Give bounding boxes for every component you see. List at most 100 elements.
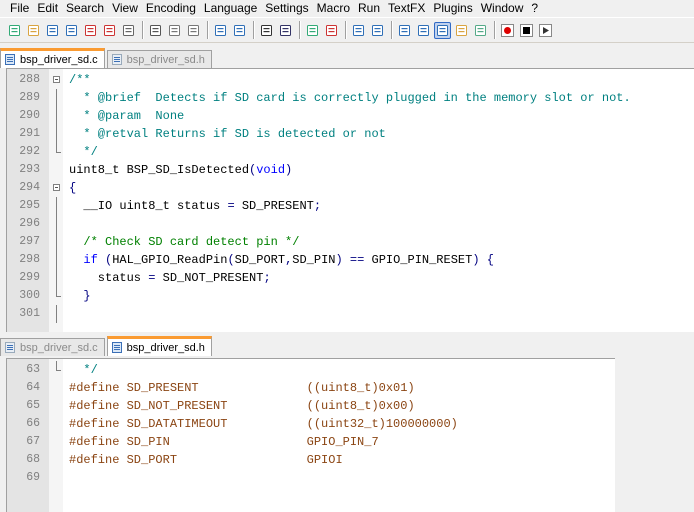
code-line[interactable]: 64 #define SD_PRESENT ((uint8_t)0x01) — [7, 379, 615, 397]
close-icon[interactable] — [82, 22, 99, 39]
line-number: 297 — [19, 235, 40, 248]
code-token: ) — [335, 253, 343, 267]
tab-bsp_driver_sd-c[interactable]: bsp_driver_sd.c — [0, 48, 105, 68]
copy-icon[interactable] — [166, 22, 183, 39]
code-token: ; — [313, 199, 322, 213]
code-line[interactable]: 289 * @brief Detects if SD card is corre… — [7, 89, 694, 107]
paste-icon[interactable] — [185, 22, 202, 39]
code-token: #define SD_PRESENT ((uint8_t)0x01) — [69, 381, 415, 395]
menu-view[interactable]: View — [108, 0, 142, 16]
replace-icon[interactable] — [277, 22, 294, 39]
menu-textfx[interactable]: TextFX — [384, 0, 429, 16]
code-token: /** — [69, 73, 91, 87]
code-token: /* Check SD card detect pin */ — [69, 235, 300, 249]
new-file-icon[interactable] — [6, 22, 23, 39]
code-text: #define SD_NOT_PRESENT ((uint8_t)0x00) — [69, 397, 415, 415]
code-text: status = SD_NOT_PRESENT; — [69, 269, 271, 287]
code-line[interactable]: 291 * @retval Returns if SD is detected … — [7, 125, 694, 143]
print-icon[interactable] — [120, 22, 137, 39]
menu-encoding[interactable]: Encoding — [142, 0, 200, 16]
fold-line-icon — [53, 305, 61, 323]
code-token: GPIO_PIN_RESET — [364, 253, 473, 267]
undo-icon[interactable] — [212, 22, 229, 39]
code-text: /* Check SD card detect pin */ — [69, 233, 299, 251]
code-line[interactable]: 298 if (HAL_GPIO_ReadPin(SD_PORT,SD_PIN)… — [7, 251, 694, 269]
code-line[interactable]: 293 uint8_t BSP_SD_IsDetected(void) — [7, 161, 694, 179]
code-token: ) — [472, 253, 480, 267]
sync-horizontal-icon[interactable] — [369, 22, 386, 39]
fold-toggle-icon[interactable] — [53, 179, 61, 197]
menu-edit[interactable]: Edit — [33, 0, 62, 16]
find-icon[interactable] — [258, 22, 275, 39]
stop-record-icon[interactable] — [518, 22, 535, 39]
code-token: SD_NOT_PRESENT — [155, 271, 264, 285]
code-line[interactable]: 297 /* Check SD card detect pin */ — [7, 233, 694, 251]
save-all-icon[interactable] — [63, 22, 80, 39]
zoom-in-icon[interactable] — [304, 22, 321, 39]
top-editor[interactable]: 288 /** 289 * @brief Detects if SD card is… — [6, 68, 694, 333]
code-line[interactable]: 288 /** — [7, 71, 694, 89]
menu-window[interactable]: Window — [477, 0, 528, 16]
menu-bar: File Edit Search View Encoding Language Settin… — [0, 0, 694, 16]
menu-macro[interactable]: Macro — [313, 0, 354, 16]
code-line[interactable]: 296 — [7, 215, 694, 233]
menu-file[interactable]: File — [0, 0, 33, 16]
toolbar-separator — [391, 21, 392, 39]
code-text: /** — [69, 71, 91, 89]
fold-line-icon — [53, 197, 61, 215]
file-icon — [5, 342, 15, 353]
fold-toggle-icon[interactable] — [53, 71, 61, 89]
code-line[interactable]: 301 — [7, 305, 694, 323]
code-line[interactable]: 292 */ — [7, 143, 694, 161]
menu-settings[interactable]: Settings — [261, 0, 312, 16]
code-text: #define SD_PRESENT ((uint8_t)0x01) — [69, 379, 415, 397]
menu-help[interactable]: ? — [527, 0, 542, 16]
record-macro-icon[interactable] — [499, 22, 516, 39]
code-line[interactable]: 290 * @param None — [7, 107, 694, 125]
code-line[interactable]: 294 { — [7, 179, 694, 197]
code-token: = — [227, 199, 235, 213]
toolbar-separator — [142, 21, 143, 39]
sync-vertical-icon[interactable] — [350, 22, 367, 39]
play-macro-icon[interactable] — [537, 22, 554, 39]
tab-bsp_driver_sd-h[interactable]: bsp_driver_sd.h — [106, 50, 212, 68]
fold-line-icon — [53, 251, 61, 269]
menu-plugins[interactable]: Plugins — [429, 0, 476, 16]
code-line[interactable]: 68 #define SD_PORT GPIOI — [7, 451, 615, 469]
tab-bsp_driver_sd-c[interactable]: bsp_driver_sd.c — [0, 338, 105, 356]
tab-bsp_driver_sd-h[interactable]: bsp_driver_sd.h — [106, 336, 212, 356]
code-line[interactable]: 63 */ — [7, 361, 615, 379]
code-line[interactable]: 299 status = SD_NOT_PRESENT; — [7, 269, 694, 287]
menu-language[interactable]: Language — [200, 0, 261, 16]
code-token: #define SD_DATATIMEOUT ((uint32_t)100000… — [69, 417, 458, 431]
redo-icon[interactable] — [231, 22, 248, 39]
code-token: * @retval Returns if SD is detected or n… — [69, 127, 386, 141]
open-file-icon[interactable] — [25, 22, 42, 39]
code-line[interactable]: 69 — [7, 469, 615, 487]
menu-search[interactable]: Search — [62, 0, 108, 16]
line-number: 295 — [19, 199, 40, 212]
indent-guide-icon[interactable] — [434, 21, 451, 39]
code-text: * @brief Detects if SD card is correctly… — [69, 89, 630, 107]
zoom-out-icon[interactable] — [323, 22, 340, 39]
code-text: if (HAL_GPIO_ReadPin(SD_PORT,SD_PIN) == … — [69, 251, 494, 269]
line-number: 289 — [19, 91, 40, 104]
close-all-icon[interactable] — [101, 22, 118, 39]
code-line[interactable]: 67 #define SD_PIN GPIO_PIN_7 — [7, 433, 615, 451]
word-wrap-icon[interactable] — [396, 22, 413, 39]
code-line[interactable]: 65 #define SD_NOT_PRESENT ((uint8_t)0x00) — [7, 397, 615, 415]
code-line[interactable]: 300 } — [7, 287, 694, 305]
menu-run[interactable]: Run — [354, 0, 384, 16]
line-number: 290 — [19, 109, 40, 122]
doc-map-icon[interactable] — [472, 22, 489, 39]
code-line[interactable]: 295 __IO uint8_t status = SD_PRESENT; — [7, 197, 694, 215]
user-lang-icon[interactable] — [453, 22, 470, 39]
cut-icon[interactable] — [147, 22, 164, 39]
show-all-chars-icon[interactable] — [415, 22, 432, 39]
save-icon[interactable] — [44, 22, 61, 39]
bottom-editor[interactable]: 63 */ 64 #define SD_PRESENT ((uint8_t)0x01… — [6, 358, 615, 512]
toolbar-separator — [253, 21, 254, 39]
code-line[interactable]: 66 #define SD_DATATIMEOUT ((uint32_t)1000… — [7, 415, 615, 433]
